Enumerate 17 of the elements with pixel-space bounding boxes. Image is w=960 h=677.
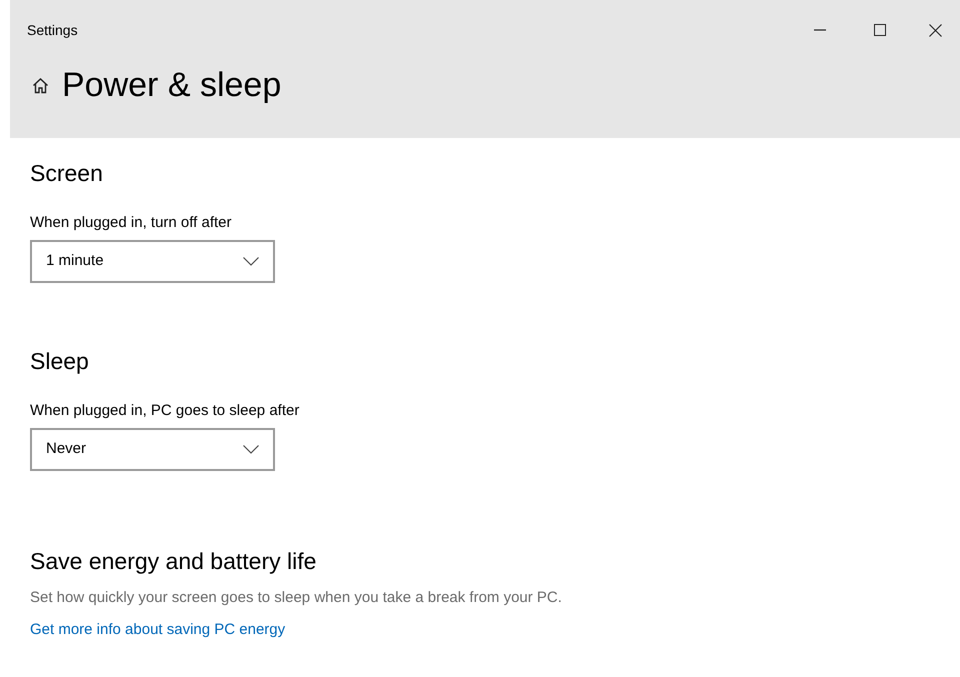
close-icon: [928, 24, 942, 36]
minimize-icon: [814, 29, 826, 31]
section-heading: Screen: [30, 159, 104, 188]
maximize-icon: [874, 24, 886, 36]
info-link[interactable]: Get more info about saving PC energy: [30, 620, 286, 640]
chevron-down-icon: [243, 445, 259, 454]
chevron-down-icon: [243, 257, 259, 266]
dropdown[interactable]: Never: [30, 428, 275, 471]
field-label: When plugged in, PC goes to sleep after: [30, 401, 300, 421]
page-title: Power & sleep: [62, 68, 282, 102]
home-icon[interactable]: [32, 76, 49, 94]
window-title: Settings: [27, 20, 78, 40]
section-heading: Sleep: [30, 347, 90, 376]
dropdown[interactable]: 1 minute: [30, 240, 275, 283]
description-text: Set how quickly your screen goes to sleep when you take a break from your PC.: [30, 588, 563, 608]
section-heading: Save energy and battery life: [30, 547, 318, 576]
field-label: When plugged in, turn off after: [30, 213, 233, 233]
